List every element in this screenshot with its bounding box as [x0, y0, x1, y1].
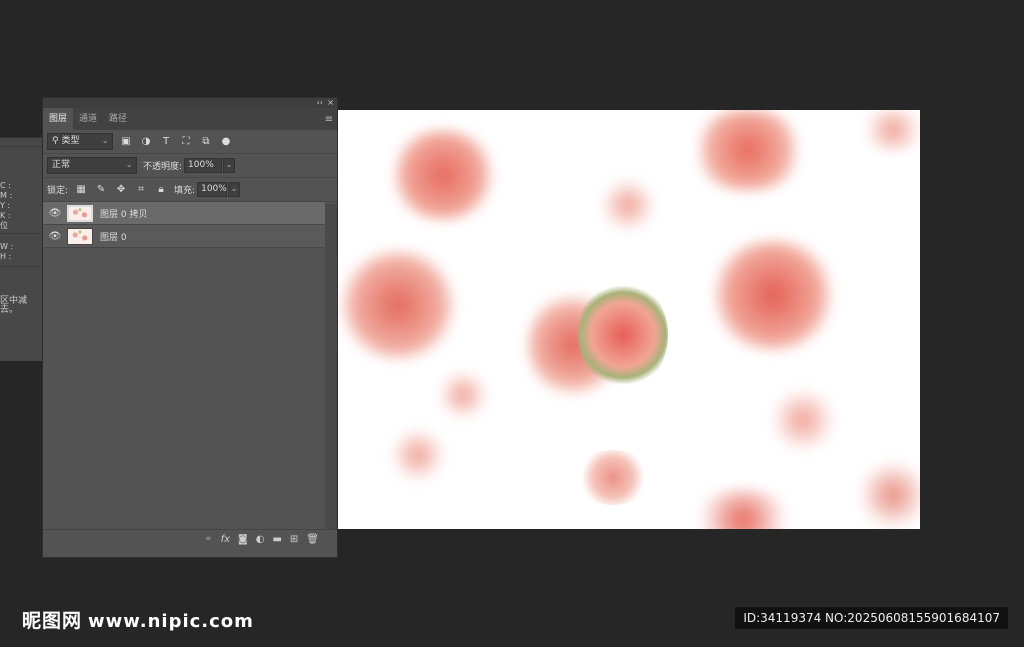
- info-hint: 区中减去。: [0, 296, 28, 315]
- blend-mode-select[interactable]: 正常 ⌄: [47, 157, 137, 174]
- chevron-down-icon: ⌄: [125, 160, 133, 170]
- layers-scrollbar[interactable]: [325, 204, 337, 532]
- document-canvas[interactable]: [338, 110, 920, 529]
- tab-channels[interactable]: 通道: [73, 108, 103, 130]
- lock-transparent-icon[interactable]: ▦: [74, 184, 88, 195]
- watermark-logo-text: 昵图网: [22, 610, 83, 632]
- type-filter-icon[interactable]: T: [159, 136, 173, 147]
- info-y: Y :: [0, 201, 11, 210]
- info-panel: C : M : Y : K : 位 W : H : 区中减去。: [0, 137, 44, 361]
- fill-label: 填充:: [174, 186, 196, 196]
- fill-input[interactable]: 100%: [197, 182, 228, 197]
- lock-position-move-icon[interactable]: ✥: [114, 184, 128, 195]
- mask-icon[interactable]: ◙: [238, 534, 248, 545]
- panel-menu-icon[interactable]: ≡: [325, 114, 333, 125]
- info-c: C :: [0, 181, 11, 190]
- folder-icon[interactable]: ▬: [272, 534, 281, 545]
- blend-mode-value: 正常: [52, 160, 71, 170]
- layers-panel: ‹‹ × 图层 通道 路径 ≡ ⚲ 类型 ⌄ ▣ ◑ T ⛶ ⧉ ● 正常 ⌄ 不透明…: [42, 97, 338, 558]
- link-icon[interactable]: ⚭: [204, 534, 212, 545]
- watermark-id: ID:34119374 NO:20250608155901684107: [735, 607, 1008, 629]
- tab-paths[interactable]: 路径: [103, 108, 133, 130]
- info-k: K :: [0, 211, 11, 220]
- lock-artboard-icon[interactable]: ⌗: [134, 184, 148, 195]
- filter-kind-value: 类型: [61, 136, 80, 146]
- layer-name: 图层 0: [100, 232, 127, 243]
- lock-all-icon[interactable]: 🔒︎: [154, 184, 168, 195]
- layer-name: 图层 0 拷贝: [100, 209, 148, 220]
- adjustment-icon[interactable]: ◐: [256, 534, 265, 545]
- layer-thumbnail: [67, 227, 93, 245]
- opacity-label: 不透明度:: [143, 162, 183, 172]
- eye-icon[interactable]: 👁︎: [43, 231, 67, 242]
- chevron-down-icon: ⌄: [101, 136, 109, 146]
- lock-pixels-brush-icon[interactable]: ✎: [94, 184, 108, 195]
- opacity-input[interactable]: 100%: [184, 158, 223, 173]
- shape-filter-icon[interactable]: ⛶: [179, 136, 193, 147]
- close-button[interactable]: ×: [327, 98, 334, 107]
- info-m: M :: [0, 191, 13, 200]
- fx-icon[interactable]: fx: [221, 534, 230, 545]
- trash-icon[interactable]: 🗑︎: [306, 534, 319, 545]
- layer-row[interactable]: 👁︎ 图层 0 拷贝: [43, 202, 325, 225]
- watermark-logo: 昵图网 www.nipic.com: [22, 606, 254, 633]
- image-filter-icon[interactable]: ▣: [119, 136, 133, 147]
- layer-thumbnail: [67, 204, 93, 222]
- opacity-dropdown[interactable]: ⌄: [223, 158, 236, 173]
- layer-row[interactable]: 👁︎ 图层 0: [43, 225, 325, 248]
- adjustment-filter-icon[interactable]: ◑: [139, 136, 153, 147]
- lock-label: 锁定:: [47, 186, 69, 196]
- smart-object-filter-icon[interactable]: ⧉: [199, 136, 213, 147]
- filter-kind-select[interactable]: ⚲ 类型 ⌄: [47, 133, 113, 150]
- eye-icon[interactable]: 👁︎: [43, 208, 67, 219]
- watermark-url: www.nipic.com: [88, 611, 254, 632]
- collapse-button[interactable]: ‹‹: [317, 98, 323, 107]
- tab-layers[interactable]: 图层: [43, 108, 74, 130]
- fill-dropdown[interactable]: ⌄: [228, 182, 241, 197]
- info-bit: 位: [0, 221, 8, 230]
- info-h: H :: [0, 252, 12, 261]
- search-icon: ⚲: [52, 136, 59, 146]
- new-layer-icon[interactable]: ⊞: [290, 534, 298, 545]
- info-w: W :: [0, 242, 14, 251]
- filter-toggle-icon[interactable]: ●: [219, 136, 233, 147]
